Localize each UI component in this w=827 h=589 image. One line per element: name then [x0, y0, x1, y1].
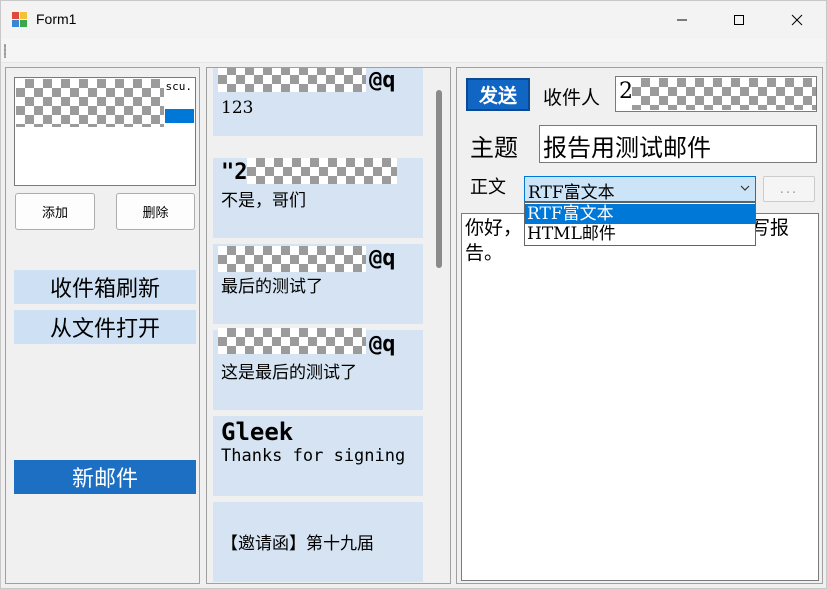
subject-value: 报告用测试邮件 [543, 134, 711, 162]
open-from-file-button[interactable]: 从文件打开 [14, 310, 196, 344]
send-button[interactable]: 发送 [466, 78, 530, 111]
body-line2: 告。 [465, 242, 504, 264]
mail-preview: 123 [221, 98, 254, 118]
mail-list-panel: @q 123 "2 不是，哥们 @q 最后的测试了 @q 这是最后的测试了 Gl… [206, 67, 451, 584]
mail-sender: Gleek [221, 418, 294, 446]
mail-list-item[interactable]: 【邀请函】第十九届 [213, 502, 423, 582]
recipient-redacted-image [632, 78, 816, 110]
scrollbar-thumb[interactable] [436, 90, 442, 268]
refresh-inbox-button[interactable]: 收件箱刷新 [14, 270, 196, 304]
format-option-rtf[interactable]: RTF富文本 [525, 204, 755, 224]
body-line1-end: 写报 [751, 217, 790, 239]
mail-list-item[interactable]: @q 最后的测试了 [213, 244, 423, 324]
body-line1-start: 你好， [465, 217, 523, 239]
toolstrip [1, 39, 826, 63]
recipient-input[interactable]: 2 [615, 76, 817, 112]
mail-list-item[interactable]: @q 123 [213, 68, 423, 136]
title-bar: Form1 [1, 1, 826, 39]
mail-list-item[interactable]: @q 这是最后的测试了 [213, 328, 423, 410]
minimize-icon [677, 19, 687, 21]
mail-sender: @q [369, 332, 396, 357]
mail-list-item[interactable]: "2 不是，哥们 [213, 158, 423, 238]
main-window: Form1 scu. 添加 删除 收件箱刷新 从文件打开 新邮件 @q 123 … [0, 0, 827, 589]
app-icon [12, 12, 28, 28]
mail-preview: 【邀请函】第十九届 [221, 534, 374, 554]
body-editor[interactable]: 你好， 写报 告。 [461, 213, 819, 581]
sender-redacted-image [218, 68, 366, 92]
sender-redacted-image [247, 158, 397, 184]
new-mail-button[interactable]: 新邮件 [14, 460, 196, 494]
account-suffix: scu. [165, 80, 193, 93]
mail-list[interactable]: @q 123 "2 不是，哥们 @q 最后的测试了 @q 这是最后的测试了 Gl… [210, 68, 424, 583]
maximize-icon [734, 15, 744, 25]
mail-preview: 最后的测试了 [221, 277, 323, 297]
ellipsis-button[interactable]: ... [763, 176, 815, 202]
recipient-value: 2 [619, 79, 633, 104]
chevron-down-icon [740, 185, 750, 191]
format-option-html[interactable]: HTML邮件 [525, 224, 755, 244]
sender-redacted-image [218, 246, 366, 272]
mail-list-scrollbar[interactable] [429, 70, 449, 582]
account-list[interactable]: scu. [14, 77, 196, 186]
mail-list-item[interactable]: Gleek Thanks for signing [213, 416, 423, 496]
body-label: 正文 [470, 177, 506, 198]
subject-input[interactable]: 报告用测试邮件 [539, 125, 817, 163]
format-selected-value: RTF富文本 [528, 183, 615, 203]
account-item[interactable]: scu. [16, 79, 194, 95]
format-dropdown: RTF富文本 HTML邮件 [524, 202, 756, 246]
toolstrip-grip-icon[interactable] [4, 44, 6, 58]
maximize-button[interactable] [710, 1, 768, 39]
account-panel: scu. 添加 删除 收件箱刷新 从文件打开 新邮件 [5, 67, 200, 584]
delete-account-button[interactable]: 删除 [116, 193, 195, 230]
mail-sender: @q [369, 68, 396, 93]
close-icon [791, 14, 803, 26]
mail-preview: 这是最后的测试了 [221, 363, 357, 383]
account-item-selected[interactable] [165, 109, 194, 123]
mail-sender: "2 [221, 160, 248, 185]
subject-label: 主题 [470, 134, 518, 162]
add-account-button[interactable]: 添加 [15, 193, 95, 230]
close-button[interactable] [768, 1, 826, 39]
window-title: Form1 [36, 11, 77, 27]
mail-preview: 不是，哥们 [221, 191, 306, 211]
mail-preview: Thanks for signing [221, 446, 406, 466]
compose-panel: 发送 收件人 2 主题 报告用测试邮件 正文 RTF富文本 ... 你好， 写报 … [456, 67, 823, 584]
recipient-label: 收件人 [543, 87, 601, 109]
format-select[interactable]: RTF富文本 [524, 176, 756, 203]
mail-sender: @q [369, 246, 396, 271]
sender-redacted-image [218, 328, 366, 354]
minimize-button[interactable] [653, 1, 711, 39]
